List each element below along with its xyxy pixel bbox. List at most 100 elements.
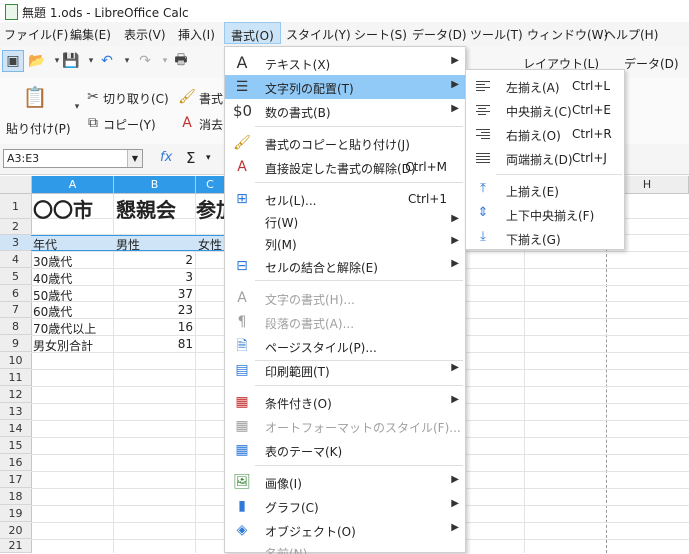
cut-label[interactable]: 切り取り(C) [103,90,169,107]
menu-item-chart[interactable]: ▮ グラフ(C) ▶ [225,494,465,518]
submenu-item-align-center[interactable]: 中央揃え(C) Ctrl+E [466,98,624,122]
row-header-2[interactable]: 2 [0,219,31,235]
submenu-item-align-bottom[interactable]: ⤓ 下揃え(G) [466,226,624,250]
menu-help[interactable]: ヘルプ(H) [604,26,658,43]
row-header-20[interactable]: 20 [0,522,31,539]
cell-a3[interactable]: 年代 [33,236,57,253]
cell-a1[interactable]: 〇〇市 [33,194,93,223]
cell-a7[interactable]: 60歳代 [33,303,72,320]
open-folder-icon[interactable]: 📂 [26,50,48,72]
menu-item-character-format[interactable]: A 文字の書式(H)... [225,286,465,310]
paste-icon[interactable]: 📋 [23,85,48,109]
menu-view[interactable]: 表示(V) [124,26,166,43]
row-header-9[interactable]: 9 [0,335,31,352]
cell-a8[interactable]: 70歳代以上 [33,320,96,337]
menu-item-merge-cells[interactable]: ⊟ セルの結合と解除(E) ▶ [225,254,465,278]
clone-format-icon[interactable]: 🖌 [176,86,198,108]
menu-item-columns[interactable]: 列(M) ▶ [225,231,465,255]
menu-styles[interactable]: スタイル(Y) [286,26,351,43]
cell-a4[interactable]: 30歳代 [33,253,72,270]
cell-b8[interactable]: 16 [114,320,193,334]
cell-b4[interactable]: 2 [114,253,193,267]
menu-item-autoformat[interactable]: ▦ オートフォーマットのスタイル(F)... [225,414,465,438]
menu-format[interactable]: 書式(O) [224,22,281,44]
row-header-16[interactable]: 16 [0,454,31,471]
menu-sheet[interactable]: シート(S) [354,26,407,43]
menu-data[interactable]: データ(D) [412,26,467,43]
cut-icon[interactable]: ✂ [82,86,104,108]
name-box-dropdown-icon[interactable]: ▼ [127,150,142,167]
menu-item-clear-direct-formatting[interactable]: A 直接設定した書式の解除(D) Ctrl+M [225,155,465,179]
menu-item-page-style[interactable]: 🗎 ページスタイル(P)... [225,334,465,358]
row-header-5[interactable]: 5 [0,268,31,285]
row-header-18[interactable]: 18 [0,488,31,505]
clear-format-icon[interactable]: A [176,112,198,134]
row-header-13[interactable]: 13 [0,403,31,420]
menu-item-align-text[interactable]: ☰ 文字列の配置(T) ▶ [225,75,465,99]
name-box[interactable]: A3:E3 ▼ [3,149,143,168]
submenu-item-align-left[interactable]: 左揃え(A) Ctrl+L [466,74,624,98]
column-header-b[interactable]: B [114,176,196,193]
menu-item-conditional[interactable]: ▦ 条件付き(O) ▶ [225,390,465,414]
save-icon[interactable]: 💾 [60,50,82,72]
corner-select-all[interactable] [0,176,32,193]
clear-format-label[interactable]: 消去 [199,116,223,133]
menu-file[interactable]: ファイル(F) [4,26,68,43]
menu-item-table-theme[interactable]: ▦ 表のテーマ(K) [225,438,465,462]
menu-item-paragraph-format[interactable]: ¶ 段落の書式(A)... [225,310,465,334]
menu-item-print-ranges[interactable]: ▤ 印刷範囲(T) ▶ [225,358,465,382]
submenu-item-align-right[interactable]: 右揃え(O) Ctrl+R [466,122,624,146]
column-header-a[interactable]: A [32,176,114,193]
row-header-8[interactable]: 8 [0,318,31,335]
cell-a6[interactable]: 50歳代 [33,287,72,304]
menu-item-object[interactable]: ◈ オブジェクト(O) ▶ [225,518,465,542]
copy-label[interactable]: コピー(Y) [103,116,156,133]
redo-icon[interactable]: ↷ [134,50,156,72]
menu-item-image[interactable]: 🖼 画像(I) ▶ [225,470,465,494]
row-header-17[interactable]: 17 [0,471,31,488]
sum-dropdown-icon[interactable]: ▾ [206,153,211,163]
row-header-11[interactable]: 11 [0,369,31,386]
menu-item-rows[interactable]: 行(W) ▶ [225,209,465,233]
sidebar-toggle-icon[interactable]: ▣ [2,50,24,72]
menu-item-name[interactable]: 名前(N) [225,540,465,554]
cell-b1[interactable]: 懇親会 [116,194,176,223]
menu-item-clone-format[interactable]: 🖌 書式のコピーと貼り付け(J) [225,131,465,155]
column-header-c[interactable]: C [196,176,225,193]
row-header-14[interactable]: 14 [0,420,31,437]
submenu-item-align-top[interactable]: ⤒ 上揃え(E) [466,178,624,202]
tab-data[interactable]: データ(D) [624,55,679,72]
row-header-19[interactable]: 19 [0,505,31,522]
function-wizard-icon[interactable]: fx [160,150,172,165]
menu-item-text[interactable]: A テキスト(X) ▶ [225,51,465,75]
menu-window[interactable]: ウィンドウ(W) [527,26,608,43]
row-header-6[interactable]: 6 [0,285,31,302]
cell-b9[interactable]: 81 [114,337,193,351]
paste-label[interactable]: 貼り付け(P) [6,120,71,137]
row-header-15[interactable]: 15 [0,437,31,454]
row-header-3[interactable]: 3 [0,235,31,251]
copy-icon[interactable]: ⧉ [82,112,104,134]
cell-c1[interactable]: 参加 [196,194,224,223]
cell-b7[interactable]: 23 [114,303,193,317]
submenu-item-align-middle[interactable]: ⇕ 上下中央揃え(F) [466,202,624,226]
print-icon[interactable]: 🖶 [170,50,192,72]
menu-edit[interactable]: 編集(E) [70,26,111,43]
row-header-21[interactable]: 21 [0,539,31,553]
menu-item-number-format[interactable]: $0 数の書式(B) ▶ [225,99,465,123]
row-header-7[interactable]: 7 [0,302,31,318]
sum-icon[interactable]: Σ [186,149,195,167]
submenu-item-justify[interactable]: 両端揃え(D) Ctrl+J [466,146,624,170]
row-header-1[interactable]: 1 [0,194,31,219]
row-header-12[interactable]: 12 [0,386,31,403]
cell-b3[interactable]: 男性 [116,236,140,253]
cell-a5[interactable]: 40歳代 [33,270,72,287]
cell-b6[interactable]: 37 [114,287,193,301]
undo-icon[interactable]: ↶ [96,50,118,72]
menu-insert[interactable]: 挿入(I) [178,26,215,43]
clone-format-label[interactable]: 書式 [199,90,223,107]
cell-b5[interactable]: 3 [114,270,193,284]
cell-c3[interactable]: 女性 [198,236,224,253]
row-header-10[interactable]: 10 [0,352,31,369]
menu-tools[interactable]: ツール(T) [470,26,523,43]
